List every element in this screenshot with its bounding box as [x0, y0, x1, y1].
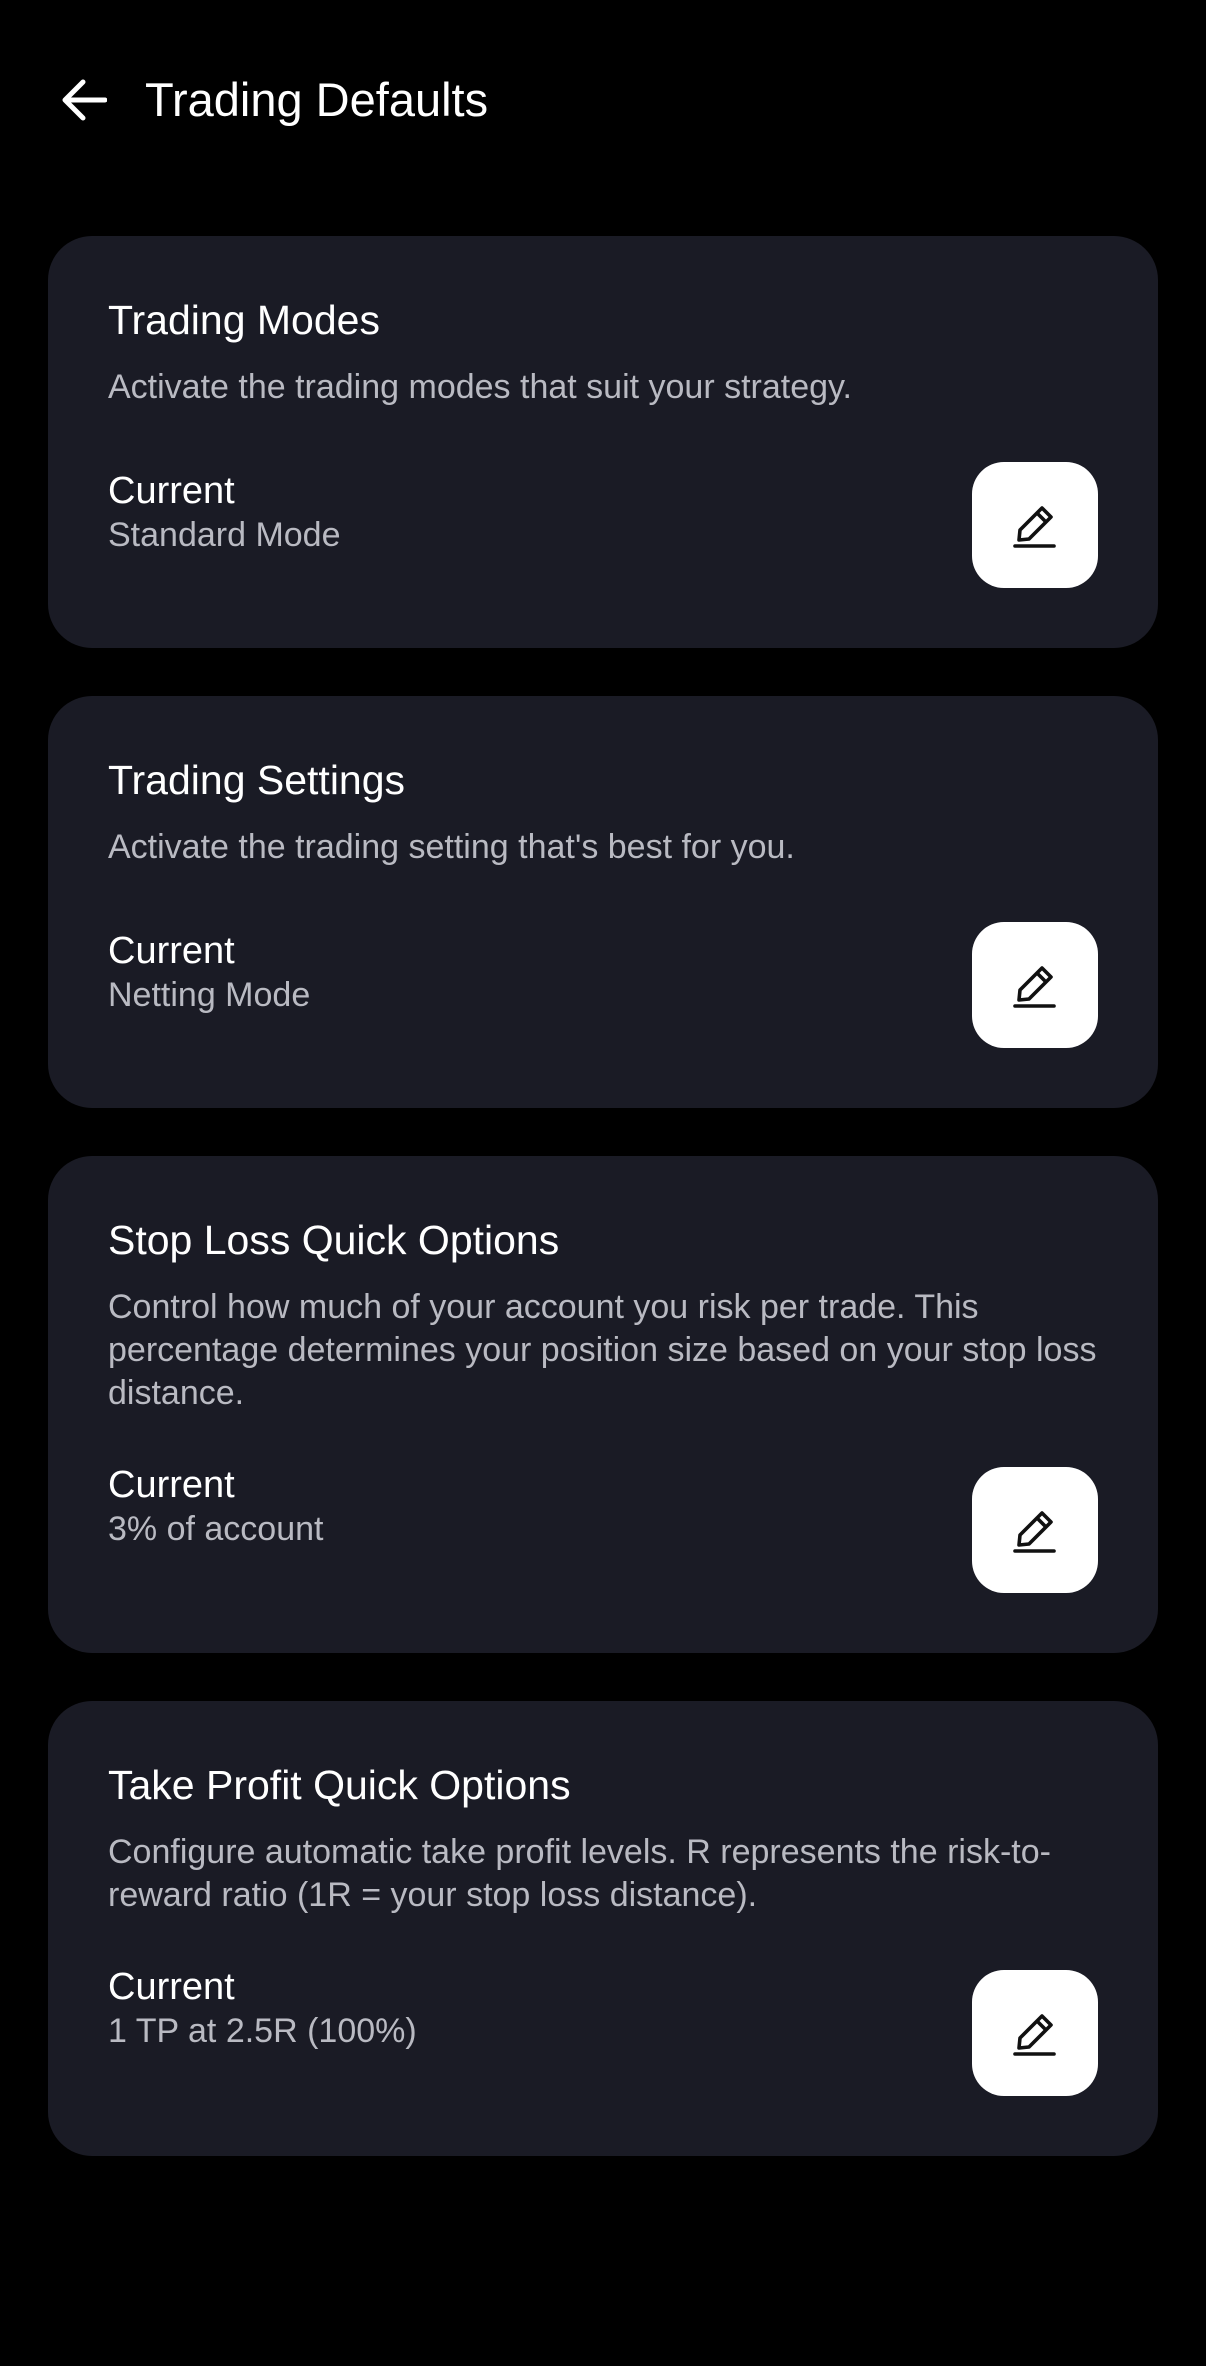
- page-title: Trading Defaults: [145, 73, 489, 126]
- edit-take-profit-button[interactable]: [972, 1970, 1098, 2096]
- current-block: Current 1 TP at 2.5R (100%): [108, 1965, 1098, 2053]
- header: Trading Defaults: [0, 0, 1206, 200]
- edit-trading-settings-button[interactable]: [972, 922, 1098, 1048]
- card-stop-loss-quick-options: Stop Loss Quick Options Control how much…: [48, 1156, 1158, 1653]
- card-trading-modes: Trading Modes Activate the trading modes…: [48, 236, 1158, 648]
- current-value: Netting Mode: [108, 976, 311, 1014]
- card-title: Trading Settings: [108, 757, 406, 803]
- pencil-icon: [1013, 966, 1056, 1008]
- current-label: Current: [108, 1464, 235, 1506]
- card-title: Stop Loss Quick Options: [108, 1217, 560, 1263]
- card-description: Activate the trading modes that suit you…: [108, 368, 852, 406]
- arrow-left-icon: [62, 79, 107, 121]
- card-description: Control how much of your account you ris…: [108, 1288, 1097, 1412]
- current-label: Current: [108, 930, 235, 972]
- current-value: 3% of account: [108, 1510, 324, 1548]
- settings-list: Trading Modes Activate the trading modes…: [48, 236, 1158, 2204]
- back-button[interactable]: [54, 70, 114, 130]
- current-block: Current Standard Mode: [108, 469, 1098, 557]
- card-description: Activate the trading setting that's best…: [108, 828, 795, 866]
- current-label: Current: [108, 1966, 235, 2008]
- current-value: Standard Mode: [108, 516, 341, 554]
- current-value: 1 TP at 2.5R (100%): [108, 2012, 417, 2050]
- card-take-profit-quick-options: Take Profit Quick Options Configure auto…: [48, 1701, 1158, 2156]
- edit-stop-loss-button[interactable]: [972, 1467, 1098, 1593]
- pencil-icon: [1013, 506, 1056, 548]
- current-block: Current 3% of account: [108, 1463, 1098, 1551]
- pencil-icon: [1013, 2014, 1056, 2056]
- current-block: Current Netting Mode: [108, 929, 1098, 1017]
- card-description: Configure automatic take profit levels. …: [108, 1833, 1051, 1914]
- card-title: Trading Modes: [108, 297, 380, 343]
- pencil-icon: [1013, 1511, 1056, 1553]
- card-trading-settings: Trading Settings Activate the trading se…: [48, 696, 1158, 1108]
- current-label: Current: [108, 470, 235, 512]
- card-title: Take Profit Quick Options: [108, 1762, 571, 1808]
- edit-trading-modes-button[interactable]: [972, 462, 1098, 588]
